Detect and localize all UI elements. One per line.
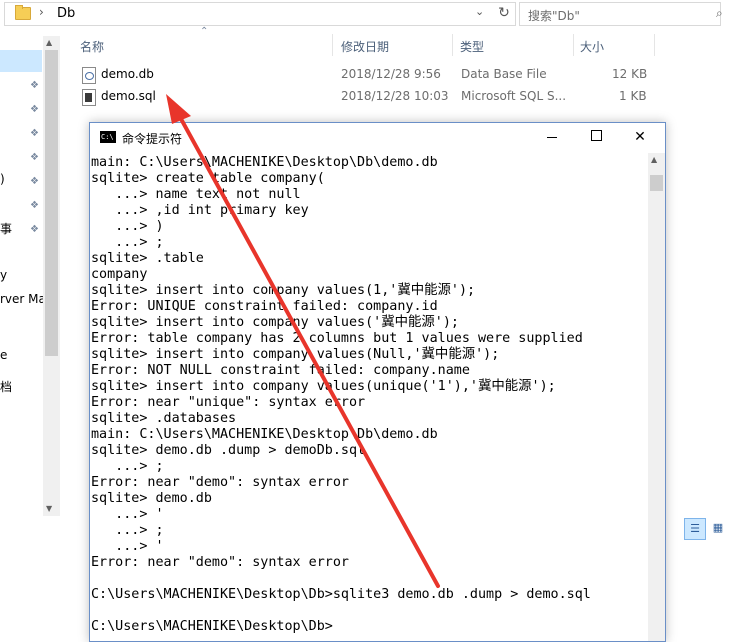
close-icon: ✕	[634, 129, 646, 145]
cmd-titlebar[interactable]: C:\ 命令提示符 ✕	[90, 123, 665, 151]
pin-icon: ❖	[30, 80, 39, 91]
console-line: sqlite> demo.db	[91, 491, 212, 506]
command-prompt-window[interactable]: C:\ 命令提示符 ✕ main: C:\Users\MACHENIKE\Des…	[89, 122, 666, 642]
console-line: sqlite> create table company(	[91, 171, 325, 186]
nav-item-label[interactable]: )	[0, 172, 5, 186]
sort-up-icon: ⌃	[200, 26, 209, 37]
console-output[interactable]: main: C:\Users\MACHENIKE\Desktop\Db\demo…	[90, 155, 648, 641]
column-divider[interactable]	[332, 34, 333, 56]
column-divider[interactable]	[573, 34, 574, 56]
console-line: ...> ;	[91, 523, 164, 538]
refresh-button[interactable]: ↻	[495, 3, 513, 23]
console-line: ...> ;	[91, 235, 164, 250]
console-line: Error: near "unique": syntax error	[91, 395, 366, 410]
console-line: main: C:\Users\MACHENIKE\Desktop\Db\demo…	[91, 427, 438, 442]
file-size: 12 KB	[612, 67, 648, 81]
console-line: Error: near "demo": syntax error	[91, 555, 349, 570]
file-type: Data Base File	[461, 67, 547, 81]
nav-scrollbar-thumb[interactable]	[45, 50, 58, 356]
minimize-icon	[547, 136, 557, 138]
chevron-down-icon[interactable]: ⌄	[475, 5, 484, 18]
console-line: C:\Users\MACHENIKE\Desktop\Db>sqlite3 de…	[91, 587, 591, 602]
sql-file-icon	[82, 89, 96, 106]
console-line: ...> name text not null	[91, 187, 301, 202]
address-bar[interactable]: › Db ⌄ ↻	[4, 2, 516, 26]
folder-icon	[15, 5, 31, 20]
file-modified: 2018/12/28 10:03	[341, 89, 449, 103]
close-button[interactable]: ✕	[617, 123, 663, 151]
chevron-right-icon[interactable]: ›	[39, 5, 44, 19]
console-line: ...> ,id int primary key	[91, 203, 309, 218]
large-icons-view-icon[interactable]: ▦	[708, 518, 728, 538]
pin-icon: ❖	[30, 176, 39, 187]
file-name[interactable]: demo.db	[101, 67, 154, 81]
console-line: ...> ;	[91, 459, 164, 474]
minimize-button[interactable]	[529, 123, 575, 151]
scroll-up-icon[interactable]: ▲	[46, 38, 52, 47]
pin-icon: ❖	[30, 152, 39, 163]
nav-item-label[interactable]: 档	[0, 378, 12, 395]
console-line: company	[91, 267, 148, 282]
column-header-type[interactable]: 类型	[460, 38, 484, 55]
file-modified: 2018/12/28 9:56	[341, 67, 441, 81]
file-row[interactable]: demo.db 2018/12/28 9:56 Data Base File 1…	[78, 65, 658, 85]
console-line: sqlite> .table	[91, 251, 204, 266]
address-path[interactable]: Db	[57, 6, 75, 21]
cmd-scrollbar-thumb[interactable]	[650, 175, 663, 191]
nav-item-label[interactable]: e	[0, 348, 7, 362]
file-type: Microsoft SQL S...	[461, 89, 567, 103]
column-divider[interactable]	[452, 34, 453, 56]
search-icon[interactable]: ⌕	[716, 6, 723, 21]
file-name[interactable]: demo.sql	[101, 89, 156, 103]
column-header-modified[interactable]: 修改日期	[341, 38, 389, 55]
maximize-icon	[590, 130, 602, 141]
nav-item-label[interactable]: rver Ma	[0, 292, 46, 306]
console-line: sqlite> insert into company values(uniqu…	[91, 379, 556, 394]
search-placeholder: 搜索"Db"	[528, 9, 580, 23]
db-file-icon	[82, 67, 96, 84]
pin-icon: ❖	[30, 104, 39, 115]
console-line: Error: table company has 2 columns but 1…	[91, 331, 583, 346]
console-line: sqlite> insert into company values('冀中能源…	[91, 315, 459, 330]
console-line: main: C:\Users\MACHENIKE\Desktop\Db\demo…	[91, 155, 438, 170]
maximize-button[interactable]	[573, 123, 619, 151]
console-line: C:\Users\MACHENIKE\Desktop\Db>	[91, 619, 333, 634]
console-line: sqlite> insert into company values(Null,…	[91, 347, 500, 362]
column-divider[interactable]	[654, 34, 655, 56]
console-line: sqlite> .databases	[91, 411, 237, 426]
console-line: Error: UNIQUE constraint failed: company…	[91, 299, 438, 314]
details-view-icon[interactable]: ☰	[684, 518, 706, 540]
console-line: Error: near "demo": syntax error	[91, 475, 349, 490]
scroll-down-icon[interactable]: ▼	[46, 504, 52, 513]
column-header-size[interactable]: 大小	[580, 38, 604, 55]
pin-icon: ❖	[30, 200, 39, 211]
nav-selected-item[interactable]	[0, 50, 42, 72]
console-line: sqlite> demo.db .dump > demoDb.sql	[91, 443, 366, 458]
scroll-up-icon[interactable]: ▲	[651, 155, 657, 164]
file-row[interactable]: demo.sql 2018/12/28 10:03 Microsoft SQL …	[78, 87, 658, 107]
pin-icon: ❖	[30, 224, 39, 235]
console-line: ...> )	[91, 219, 164, 234]
nav-item-label[interactable]: 事	[0, 220, 12, 237]
console-line: ...> '	[91, 539, 164, 554]
cmd-icon: C:\	[100, 131, 116, 143]
console-line: ...> '	[91, 507, 164, 522]
console-line: Error: NOT NULL constraint failed: compa…	[91, 363, 470, 378]
window-title: 命令提示符	[122, 132, 183, 146]
column-header-name[interactable]: 名称	[80, 38, 104, 55]
cmd-scrollbar[interactable]	[648, 153, 665, 641]
search-input[interactable]: 搜索"Db" ⌕	[519, 2, 723, 26]
file-size: 1 KB	[619, 89, 647, 103]
console-line: sqlite> insert into company values(1,'冀中…	[91, 283, 476, 298]
nav-item-label[interactable]: y	[0, 268, 7, 282]
pin-icon: ❖	[30, 128, 39, 139]
